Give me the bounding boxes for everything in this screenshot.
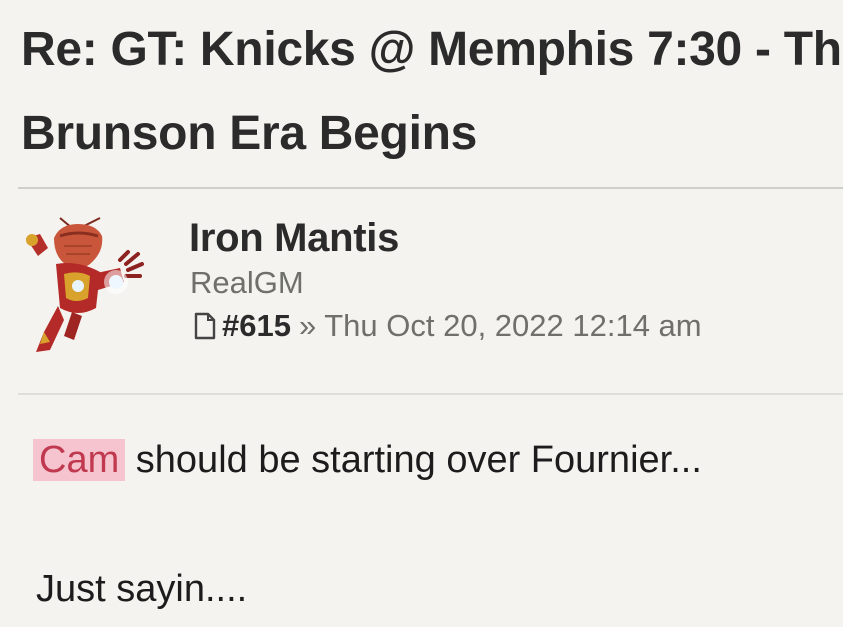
- post-header-divider: [18, 393, 843, 395]
- post-text-line-1: should be starting over Fournier...: [125, 439, 702, 481]
- forum-post-page: Re: GT: Knicks @ Memphis 7:30 - The Brun…: [0, 0, 843, 627]
- author-name[interactable]: Iron Mantis: [189, 214, 399, 262]
- post-text-line-2: Just sayin....: [36, 568, 248, 610]
- post-body-line-1: Cam should be starting over Fournier...: [33, 432, 836, 488]
- author-rank: RealGM: [190, 265, 304, 300]
- title-divider: [18, 187, 843, 189]
- post-meta: #615 » Thu Oct 20, 2022 12:14 am: [194, 305, 702, 347]
- iron-mantis-avatar-icon: [26, 217, 144, 352]
- post-timestamp: Thu Oct 20, 2022 12:14 am: [324, 308, 702, 343]
- post-number-link[interactable]: #615: [222, 305, 291, 347]
- post-icon[interactable]: [194, 312, 216, 340]
- topic-title[interactable]: Re: GT: Knicks @ Memphis 7:30 - The Brun…: [21, 8, 843, 176]
- author-avatar[interactable]: [20, 212, 155, 357]
- meta-separator: »: [298, 308, 317, 343]
- highlighted-word: Cam: [33, 439, 126, 481]
